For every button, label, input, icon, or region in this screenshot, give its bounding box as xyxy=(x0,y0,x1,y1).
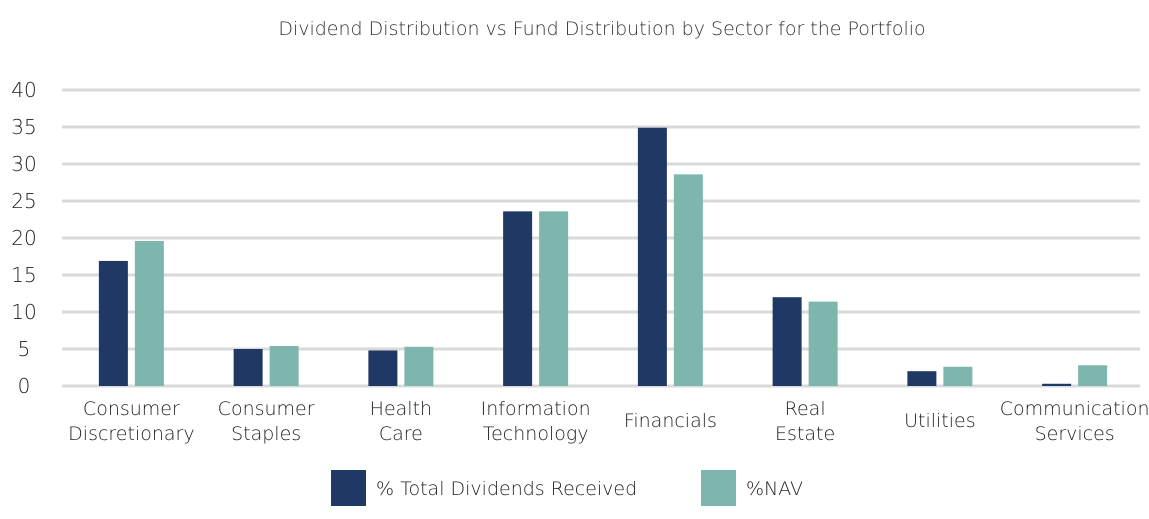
bar-dividends xyxy=(907,371,937,386)
legend-swatch xyxy=(331,470,366,506)
bar-dividends xyxy=(503,211,533,386)
bar-dividends xyxy=(1042,383,1072,386)
y-tick-label: 15 xyxy=(11,263,36,287)
y-tick-label: 25 xyxy=(11,189,36,213)
x-tick-label: Utilities xyxy=(904,410,976,432)
chart-title: Dividend Distribution vs Fund Distributi… xyxy=(278,18,925,40)
legend-label: %NAV xyxy=(746,478,803,500)
bar-dividends xyxy=(637,127,667,387)
gridlines xyxy=(62,88,1140,388)
x-tick-label: Consumer Discretionary xyxy=(68,398,194,445)
bar-nav xyxy=(539,211,569,386)
legend: % Total Dividends Received %NAV xyxy=(331,470,803,506)
x-tick-label: Information Technology xyxy=(481,398,591,445)
bar-dividends xyxy=(368,350,398,386)
bar-dividends xyxy=(98,260,128,386)
y-tick-label: 20 xyxy=(11,226,36,250)
x-tick-label: Health Care xyxy=(370,398,432,445)
x-tick-label: Real Estate xyxy=(775,398,835,445)
x-tick-label: Consumer Staples xyxy=(218,398,315,445)
y-tick-label: 40 xyxy=(11,78,36,102)
bar-dividends xyxy=(233,349,263,386)
bar-dividends xyxy=(772,297,802,386)
bar-nav xyxy=(808,301,838,386)
bar-nav xyxy=(404,346,434,386)
y-axis-ticks: 0 5 10 15 20 25 30 35 40 xyxy=(11,78,36,398)
y-tick-label: 35 xyxy=(11,115,36,139)
bar-nav xyxy=(134,240,164,386)
y-tick-label: 30 xyxy=(11,152,36,176)
x-tick-label: Financials xyxy=(624,410,717,432)
legend-swatch xyxy=(701,470,736,506)
bar-nav xyxy=(1078,365,1108,386)
bar-chart: Dividend Distribution vs Fund Distributi… xyxy=(11,18,1149,506)
bar-nav xyxy=(673,174,703,386)
y-tick-label: 10 xyxy=(11,300,36,324)
y-tick-label: 0 xyxy=(18,374,31,398)
legend-label: % Total Dividends Received xyxy=(376,478,637,500)
x-axis-ticks: Consumer Discretionary Consumer Staples Heal… xyxy=(68,398,1149,445)
x-tick-label: Communication Services xyxy=(1000,398,1149,445)
y-tick-label: 5 xyxy=(18,337,31,361)
bars xyxy=(98,127,1108,387)
bar-nav xyxy=(269,346,299,386)
bar-nav xyxy=(943,366,973,386)
